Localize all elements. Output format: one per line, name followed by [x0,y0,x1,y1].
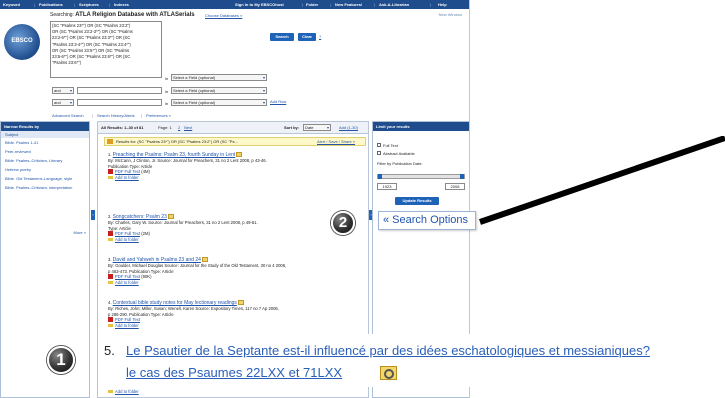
subject-item[interactable]: Hebrew poetry [1,165,89,174]
nav-scriptures[interactable]: Scriptures [79,2,99,7]
bool-select-2[interactable]: and [52,87,74,94]
results-header: All Results: 1–30 of 81 Page: 1 2 Next S… [98,122,368,134]
result-item-5-add: Add to folder [108,389,363,394]
abstract-label: Abstract Available [383,151,415,156]
nav-help[interactable]: Help [438,2,447,7]
preferences-link[interactable]: Preferences » [146,113,171,118]
page-2-link[interactable]: 2 [178,125,180,130]
add-to-folder-link[interactable]: Add to folder [108,389,139,394]
subject-item[interactable]: Bible. Psalms 1-41 [1,138,89,147]
result-item-1: 1. Preaching the Psalms: Psalm 23, fourt… [108,152,267,180]
rss-icon[interactable] [107,139,113,144]
page-label: Page: 1 [158,125,172,130]
result-title-link[interactable]: Songcatchers: Psalm 23 [113,214,167,220]
narrow-results-panel: Narrow Results by Subject Bible. Psalms … [0,121,90,398]
pdf-full-text-link[interactable]: PDF Full Text [108,274,140,279]
searching-label: Searching: ATLA Religion Database with A… [50,12,195,18]
results-for-bar: Results for: (SC "Psalms 23*") OR (SC "P… [104,137,366,146]
search-input-2[interactable] [77,87,162,94]
new-window-link[interactable]: New Window [392,12,462,17]
choose-databases-link[interactable]: Choose Databases » [205,13,242,18]
help-icon[interactable]: ? [319,34,321,39]
database-name: ATLA Religion Database with ATLASerials [75,12,195,18]
results-for-text: Results for: (SC "Psalms 23*") OR (SC "P… [116,139,238,144]
search-input-3[interactable] [77,99,162,106]
narrow-results-title: Narrow Results by [1,122,89,131]
year-from-input[interactable]: 1923 [377,183,397,190]
collapse-left-icon[interactable]: ‹ [91,210,95,220]
slider-handle-from[interactable] [378,174,382,179]
nav-publications[interactable]: Publications [39,2,63,7]
add-to-folder-link[interactable]: Add to folder [108,175,139,180]
callout-number-2: 2 [331,211,355,235]
result-item-4: 4. Contextual bible study notes for May … [108,300,279,328]
full-text-label: Full Text [383,143,398,148]
preview-magnifier-icon[interactable] [238,300,245,306]
top-navigation-bar: Keyword | Publications | Scriptures | In… [0,0,469,9]
subject-item[interactable]: Bible. Psalms–Criticism, interpretation [1,183,89,192]
clear-button[interactable]: Clear [298,33,316,41]
search-options-link[interactable]: « Search Options [378,211,476,230]
preview-magnifier-icon[interactable] [202,257,209,263]
results-count: All Results: 1–30 of 81 [101,125,144,130]
result-item-2: 2. Songcatchers: Psalm 23 By: Charles, G… [108,214,258,242]
zoomed-result-number: 5. [104,343,115,358]
next-link[interactable]: Next [184,125,192,130]
subject-item[interactable]: Bible. Psalms–Criticism, Literary [1,156,89,165]
result-item-3: 3. David and Yahweh in Psalms 23 and 24 … [108,257,287,285]
add-row-link[interactable]: Add Row [270,99,286,104]
nav-ask-librarian[interactable]: Ask-A-Librarian [379,2,409,7]
nav-sign-in[interactable]: Sign In to My EBSCOhost [235,2,284,7]
more-link[interactable]: More » [74,230,86,235]
result-title-link[interactable]: Preaching the Psalms: Psalm 23, fourth S… [113,152,236,158]
search-button[interactable]: Search [270,33,294,41]
add-to-folder-link[interactable]: Add to folder [108,323,139,328]
slider-handle-to[interactable] [460,174,464,179]
subject-item[interactable]: Bible. Old Testament–Language, style [1,174,89,183]
alert-save-share-link[interactable]: Alert / Save / Share » [317,139,355,144]
nav-folder[interactable]: Folder [306,2,318,7]
update-results-button[interactable]: Update Results [395,197,439,205]
nav-indexes[interactable]: Indexes [114,2,129,7]
nav-new-features[interactable]: New Features! [335,2,362,7]
pdf-full-text-link[interactable]: PDF Full Text [108,317,140,322]
preview-magnifier-icon[interactable] [168,214,175,220]
pdf-full-text-link[interactable]: PDF Full Text [108,231,140,236]
bool-select-3[interactable]: and [52,99,74,106]
limit-results-title: Limit your results [373,122,469,131]
zoomed-result-title-line1[interactable]: Le Psautier de la Septante est-il influe… [126,343,650,358]
subject-item[interactable]: Peer-reviewed [1,147,89,156]
result-title-link[interactable]: David and Yahweh in Psalms 23 and 24 [113,257,201,263]
zoomed-result-title-line2[interactable]: le cas des Psaumes 22LXX et 71LXX [126,365,342,380]
add-to-folder-link[interactable]: Add to folder [108,280,139,285]
pdf-full-text-link[interactable]: PDF Full Text [108,169,140,174]
full-text-checkbox[interactable] [377,143,381,147]
year-to-input[interactable]: 2008 [445,183,465,190]
sort-select[interactable]: Date [303,124,331,131]
abstract-checkbox[interactable] [377,151,381,155]
preview-magnifier-icon[interactable] [236,152,243,158]
pubdate-label: Filter by Publication Date: [377,161,423,166]
preview-magnifier-icon[interactable] [380,366,397,380]
advanced-search-link[interactable]: Advanced Search [52,113,84,118]
sort-label: Sort by: [284,125,300,130]
ebsco-logo[interactable]: EBSCO [4,24,40,60]
field-select-1[interactable]: Select a Field (optional) [171,74,267,81]
field-select-2[interactable]: Select a Field (optional) [171,87,267,94]
search-query-box[interactable]: (SC "Psalms 23*") OR (SC "Psalms 23:2") … [50,21,162,78]
result-title-link[interactable]: Contextual bible study notes for May lec… [113,300,237,306]
field-select-3[interactable]: Select a Field (optional) [171,99,267,106]
add-to-folder-link[interactable]: Add to folder [108,237,139,242]
search-history-link[interactable]: Search History/Alerts [97,113,135,118]
subject-heading[interactable]: Subject [1,131,89,138]
zoomed-result-callout: 5. Le Psautier de la Septante est-il inf… [104,334,725,387]
callout-number-1: 1 [47,346,75,374]
date-range-slider[interactable] [377,174,465,179]
callout-arrow-line [479,136,725,225]
add-all-folder-link[interactable]: Add (1-30) [339,125,358,130]
nav-keyword[interactable]: Keyword [3,2,20,7]
